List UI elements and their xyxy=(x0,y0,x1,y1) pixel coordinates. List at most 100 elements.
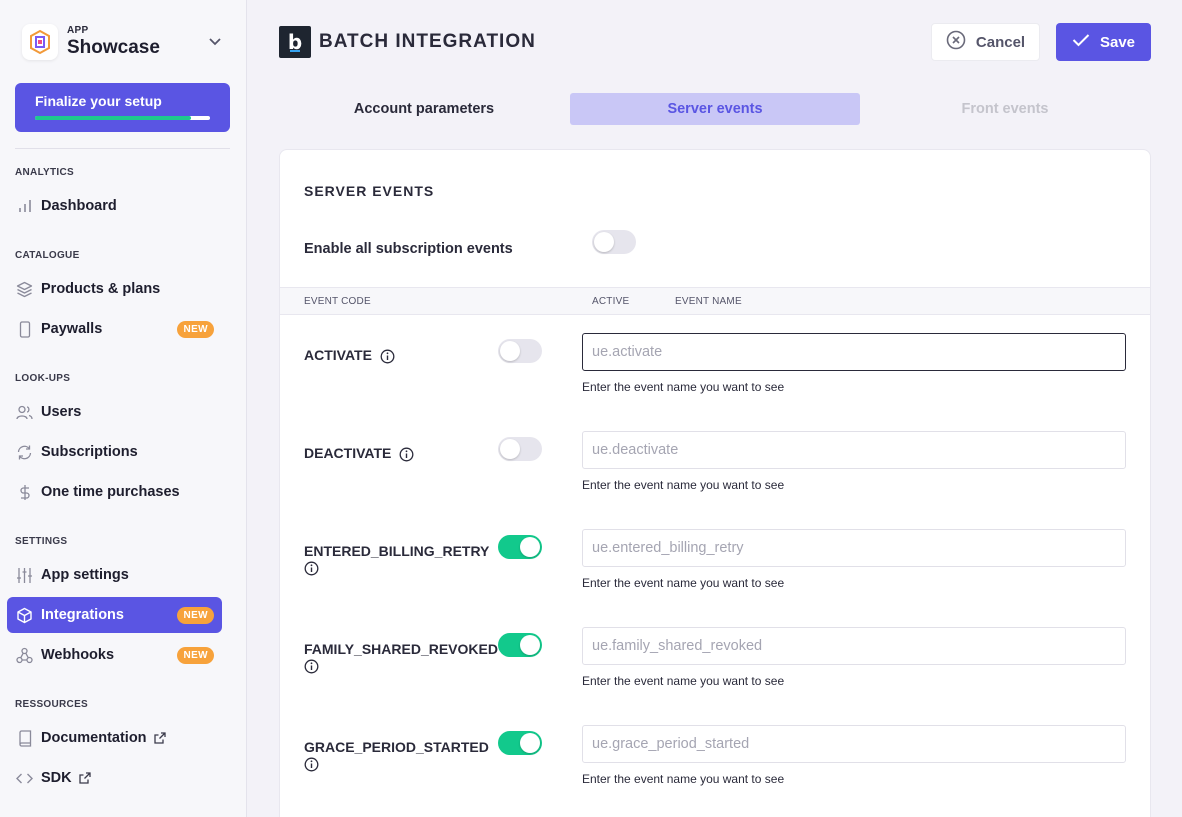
tab-front-events[interactable]: Front events xyxy=(860,93,1150,125)
app-logo-icon xyxy=(22,24,58,60)
event-name-hint: Enter the event name you want to see xyxy=(582,576,785,590)
event-code: ACTIVATE xyxy=(304,346,499,364)
setup-progress-bar xyxy=(35,116,210,120)
sidebar-item-label: Documentation xyxy=(41,730,147,746)
table-row: ACTIVATE Enter the event name you want to… xyxy=(280,333,1150,444)
event-name-input[interactable] xyxy=(582,529,1126,567)
save-button-label: Save xyxy=(1099,33,1136,51)
section-title-settings: SETTINGS xyxy=(15,536,68,547)
sidebar-item-one-time-purchases[interactable]: One time purchases xyxy=(7,474,222,510)
sidebar-divider xyxy=(15,148,230,149)
sidebar-item-label: One time purchases xyxy=(41,484,180,500)
cancel-button[interactable]: Cancel xyxy=(931,23,1040,61)
event-code-label: DEACTIVATE xyxy=(304,445,392,461)
chevron-down-icon xyxy=(209,33,221,51)
sliders-icon xyxy=(16,567,33,584)
event-name-input[interactable] xyxy=(582,333,1126,371)
cancel-button-label: Cancel xyxy=(975,33,1026,51)
event-code-label: FAMILY_SHARED_REVOKED xyxy=(304,641,498,657)
toggle-knob xyxy=(594,232,614,252)
new-badge: NEW xyxy=(177,607,214,624)
event-code-label: ACTIVATE xyxy=(304,347,372,363)
event-name-input[interactable] xyxy=(582,725,1126,763)
code-icon xyxy=(16,770,33,787)
event-active-toggle[interactable] xyxy=(498,535,542,559)
sidebar-item-integrations[interactable]: Integrations NEW xyxy=(7,597,222,633)
batch-logo-icon: b xyxy=(279,26,311,58)
sidebar-item-webhooks[interactable]: Webhooks NEW xyxy=(7,637,222,673)
sidebar-item-label: Products & plans xyxy=(41,281,161,297)
table-row: DEACTIVATE Enter the event name you want … xyxy=(280,431,1150,542)
sidebar-item-dashboard[interactable]: Dashboard xyxy=(7,188,222,224)
save-button[interactable]: Save xyxy=(1056,23,1151,61)
external-link-icon xyxy=(153,732,166,744)
refresh-icon xyxy=(16,444,33,461)
toggle-knob xyxy=(500,341,520,361)
sidebar-item-label: Subscriptions xyxy=(41,444,138,460)
sidebar-item-paywalls[interactable]: Paywalls NEW xyxy=(7,311,222,347)
info-icon[interactable] xyxy=(380,349,395,364)
finalize-setup-button[interactable]: Finalize your setup xyxy=(15,83,230,132)
close-circle-icon xyxy=(946,30,966,55)
column-header-event-name: EVENT NAME xyxy=(675,296,742,307)
sidebar-item-documentation[interactable]: Documentation xyxy=(7,720,222,756)
page-title: BATCH INTEGRATION xyxy=(319,31,536,52)
event-name-hint: Enter the event name you want to see xyxy=(582,380,785,394)
server-events-card: SERVER EVENTS Enable all subscription ev… xyxy=(279,149,1151,817)
toggle-knob xyxy=(500,439,520,459)
event-active-toggle[interactable] xyxy=(498,339,542,363)
check-icon xyxy=(1072,33,1090,52)
event-code-label: ENTERED_BILLING_RETRY xyxy=(304,543,490,559)
sidebar-item-label: Integrations xyxy=(41,607,124,623)
sidebar-item-label: SDK xyxy=(41,770,72,786)
event-code: FAMILY_SHARED_REVOKED xyxy=(304,640,499,678)
users-icon xyxy=(16,404,33,421)
tab-server-events[interactable]: Server events xyxy=(570,93,860,125)
toggle-knob xyxy=(520,635,540,655)
table-row: ENTERED_BILLING_RETRY Enter the event nam… xyxy=(280,529,1150,640)
tab-account-parameters[interactable]: Account parameters xyxy=(279,93,569,125)
batch-logo-glyph: b xyxy=(287,30,303,54)
info-icon[interactable] xyxy=(304,757,336,776)
sidebar-item-users[interactable]: Users xyxy=(7,394,222,430)
info-icon[interactable] xyxy=(304,659,336,678)
event-active-toggle[interactable] xyxy=(498,633,542,657)
sidebar-item-app-settings[interactable]: App settings xyxy=(7,557,222,593)
enable-all-label: Enable all subscription events xyxy=(304,241,513,257)
finalize-setup-label: Finalize your setup xyxy=(35,93,162,109)
column-header-active: ACTIVE xyxy=(592,296,630,307)
app-switcher[interactable]: APP Showcase xyxy=(22,22,227,62)
sidebar-item-label: App settings xyxy=(41,567,129,583)
section-title-resources: RESSOURCES xyxy=(15,699,89,710)
event-active-toggle[interactable] xyxy=(498,437,542,461)
event-name-input[interactable] xyxy=(582,627,1126,665)
event-active-toggle[interactable] xyxy=(498,731,542,755)
app-name: Showcase xyxy=(67,37,160,58)
event-code-label: GRACE_PERIOD_STARTED xyxy=(304,739,489,755)
event-name-hint: Enter the event name you want to see xyxy=(582,674,785,688)
new-badge: NEW xyxy=(177,321,214,338)
new-badge: NEW xyxy=(177,647,214,664)
column-header-event-code: EVENT CODE xyxy=(304,296,371,307)
section-title-analytics: ANALYTICS xyxy=(15,167,75,178)
setup-progress-fill xyxy=(35,116,191,120)
enable-all-toggle[interactable] xyxy=(592,230,636,254)
bar-chart-icon xyxy=(16,198,33,215)
toggle-knob xyxy=(520,733,540,753)
sidebar-item-sdk[interactable]: SDK xyxy=(7,760,222,796)
app-kicker: APP xyxy=(67,25,89,36)
table-header: EVENT CODE ACTIVE EVENT NAME xyxy=(280,287,1150,315)
sidebar-item-subscriptions[interactable]: Subscriptions xyxy=(7,434,222,470)
table-row: FAMILY_SHARED_REVOKED Enter the event nam… xyxy=(280,627,1150,738)
sidebar-item-label: Users xyxy=(41,404,82,420)
sidebar-item-products[interactable]: Products & plans xyxy=(7,271,222,307)
layers-icon xyxy=(16,281,33,298)
sidebar-item-label: Dashboard xyxy=(41,198,117,214)
external-link-icon xyxy=(78,772,91,784)
event-name-input[interactable] xyxy=(582,431,1126,469)
info-icon[interactable] xyxy=(399,447,414,462)
event-name-hint: Enter the event name you want to see xyxy=(582,772,785,786)
event-name-hint: Enter the event name you want to see xyxy=(582,478,785,492)
card-title: SERVER EVENTS xyxy=(304,183,435,199)
info-icon[interactable] xyxy=(304,561,336,580)
